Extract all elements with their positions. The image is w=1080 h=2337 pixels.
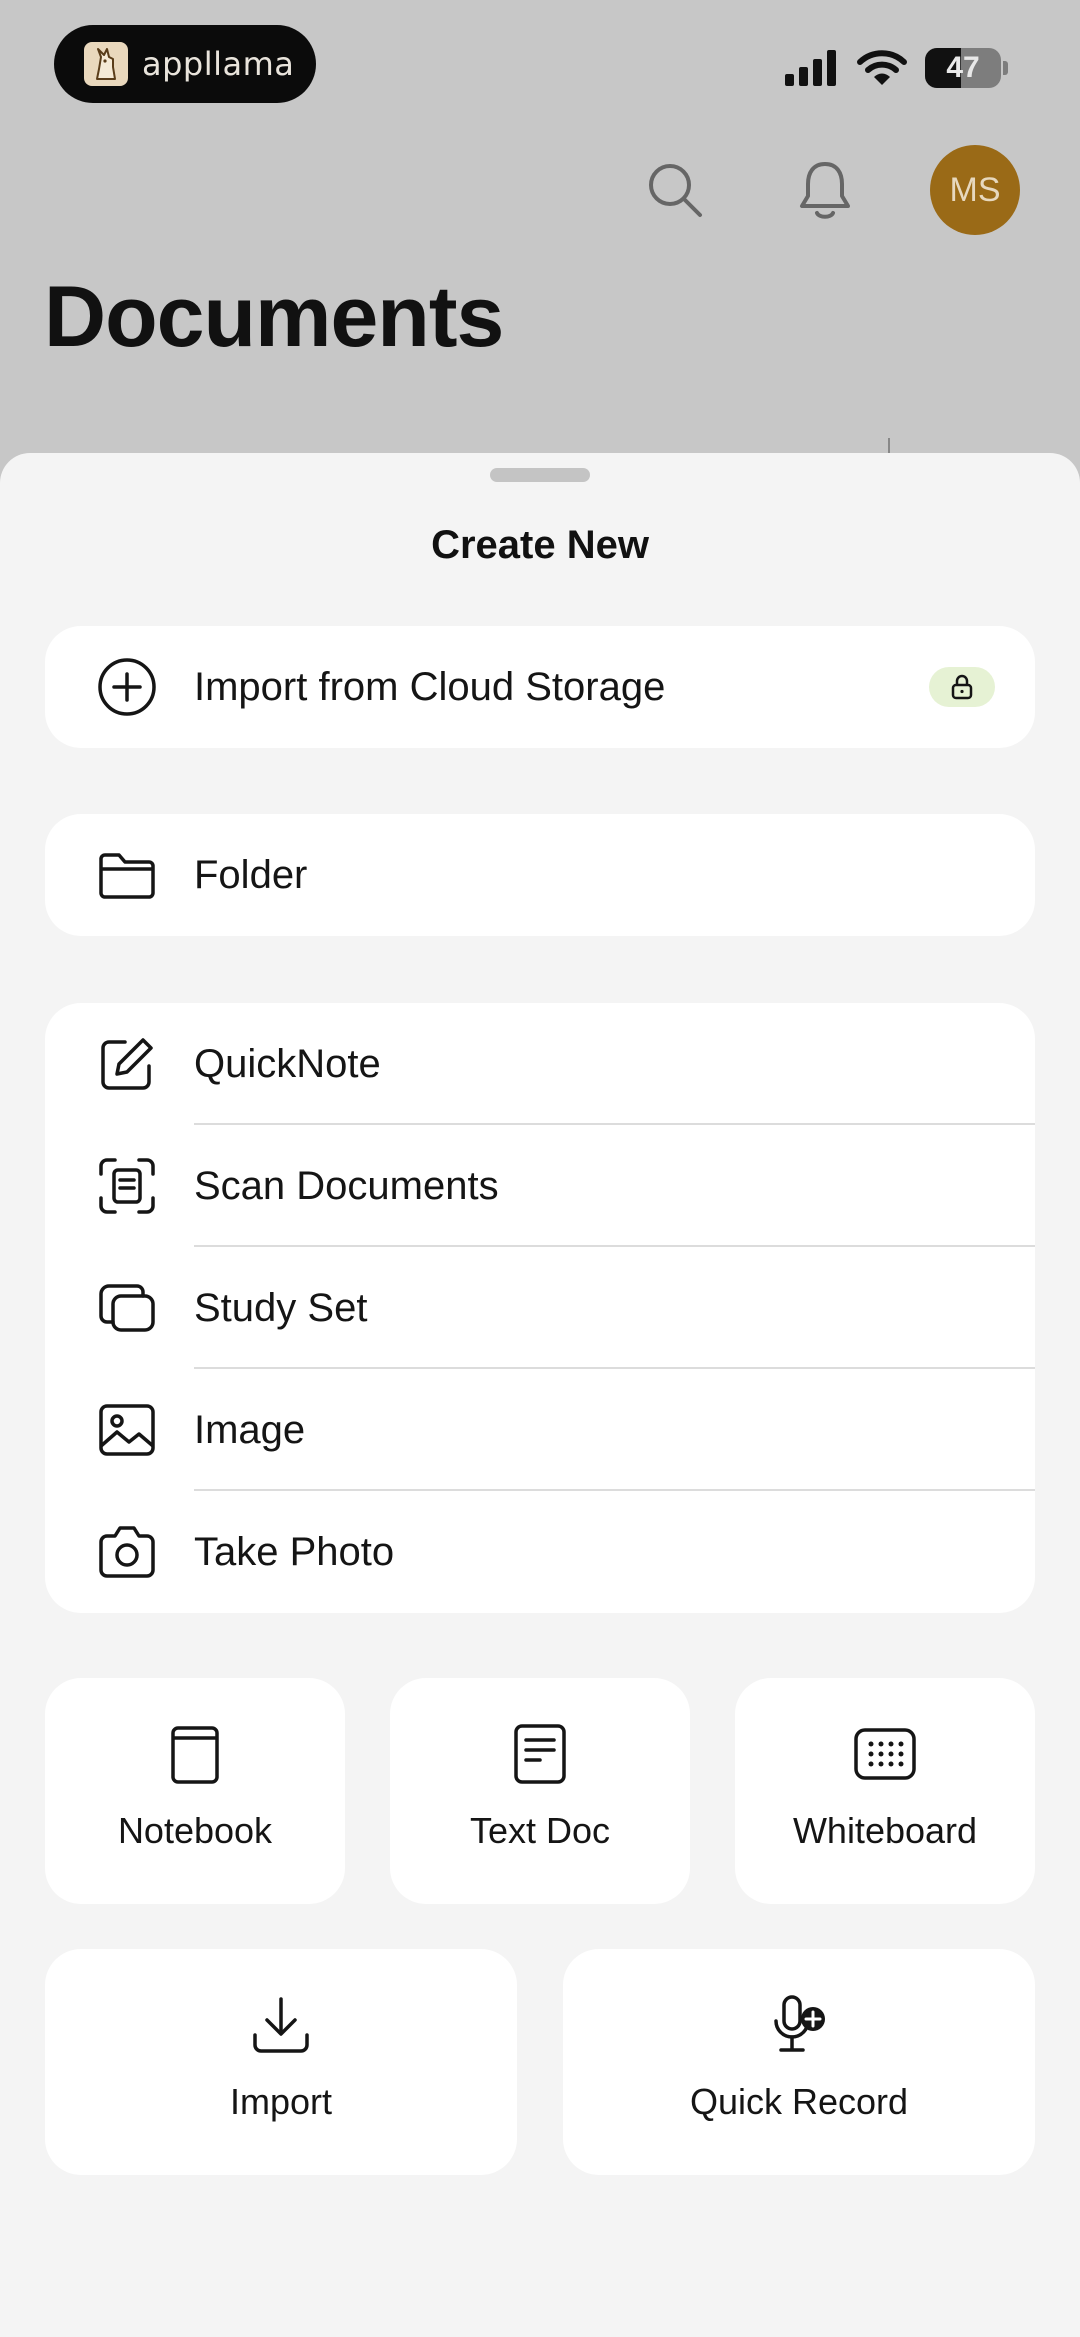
avatar[interactable]: MS (930, 145, 1020, 235)
header-actions: MS (630, 145, 1020, 235)
scan-documents-row[interactable]: Scan Documents (45, 1125, 1035, 1247)
create-new-sheet: Create New Import from Cloud Storage Fol… (0, 453, 1080, 2337)
folder-card: Folder (45, 814, 1035, 936)
lock-badge (929, 667, 995, 707)
bell-icon (800, 162, 850, 219)
search-icon (649, 164, 702, 217)
search-button[interactable] (630, 145, 720, 235)
sheet-grabber[interactable] (490, 468, 590, 482)
quicknote-row[interactable]: QuickNote (45, 1003, 1035, 1125)
avatar-initials: MS (949, 170, 1001, 209)
study-set-label: Study Set (194, 1285, 368, 1330)
cards-icon (99, 1284, 155, 1332)
create-options-list: QuickNote Scan Documents Study Set Image… (45, 1003, 1035, 1613)
folder-label: Folder (194, 852, 308, 897)
battery-level: 47 (946, 51, 980, 84)
image-label: Image (194, 1407, 306, 1452)
whiteboard-tile[interactable]: Whiteboard (735, 1678, 1035, 1904)
import-cloud-storage-label: Import from Cloud Storage (194, 664, 666, 709)
signal-icon (785, 50, 836, 86)
plus-circle-icon (98, 658, 156, 716)
scan-documents-label: Scan Documents (194, 1163, 499, 1208)
import-tile[interactable]: Import (45, 1949, 517, 2175)
lock-icon (951, 674, 973, 700)
download-icon (253, 1997, 309, 2053)
import-label: Import (229, 2081, 333, 2122)
llama-logo-icon (84, 42, 128, 86)
whiteboard-icon (854, 1728, 916, 1780)
cloud-import-card: Import from Cloud Storage (45, 626, 1035, 748)
image-row[interactable]: Image (45, 1369, 1035, 1491)
take-photo-label: Take Photo (194, 1529, 395, 1574)
notebook-icon (171, 1726, 219, 1784)
notebook-label: Notebook (117, 1810, 273, 1851)
wifi-icon (857, 50, 907, 85)
import-cloud-storage-row[interactable]: Import from Cloud Storage (45, 626, 1035, 748)
whiteboard-label: Whiteboard (792, 1810, 978, 1851)
image-icon (99, 1404, 155, 1456)
text-doc-icon (514, 1724, 566, 1784)
folder-row[interactable]: Folder (45, 814, 1035, 936)
camera-icon (99, 1526, 155, 1578)
app-pill[interactable]: appllama (54, 25, 316, 103)
quick-record-label: Quick Record (689, 2081, 909, 2122)
battery-icon: 47 (925, 48, 1001, 88)
status-bar: appllama 47 (0, 0, 1080, 130)
study-set-row[interactable]: Study Set (45, 1247, 1035, 1369)
folder-icon (99, 853, 155, 899)
mic-plus-icon (774, 1995, 825, 2052)
quicknote-label: QuickNote (194, 1041, 381, 1086)
scan-icon (99, 1158, 155, 1214)
take-photo-row[interactable]: Take Photo (45, 1491, 1035, 1613)
page-title: Documents (44, 269, 504, 365)
text-doc-tile[interactable]: Text Doc (390, 1678, 690, 1904)
system-status-icons: 47 (785, 48, 1008, 88)
sheet-title: Create New (431, 523, 649, 567)
app-name: appllama (142, 45, 295, 83)
edit-icon (101, 1038, 153, 1090)
notebook-tile[interactable]: Notebook (45, 1678, 345, 1904)
notifications-button[interactable] (780, 145, 870, 235)
battery-nub (1003, 61, 1008, 75)
quick-record-tile[interactable]: Quick Record (563, 1949, 1035, 2175)
text-doc-label: Text Doc (469, 1810, 611, 1851)
